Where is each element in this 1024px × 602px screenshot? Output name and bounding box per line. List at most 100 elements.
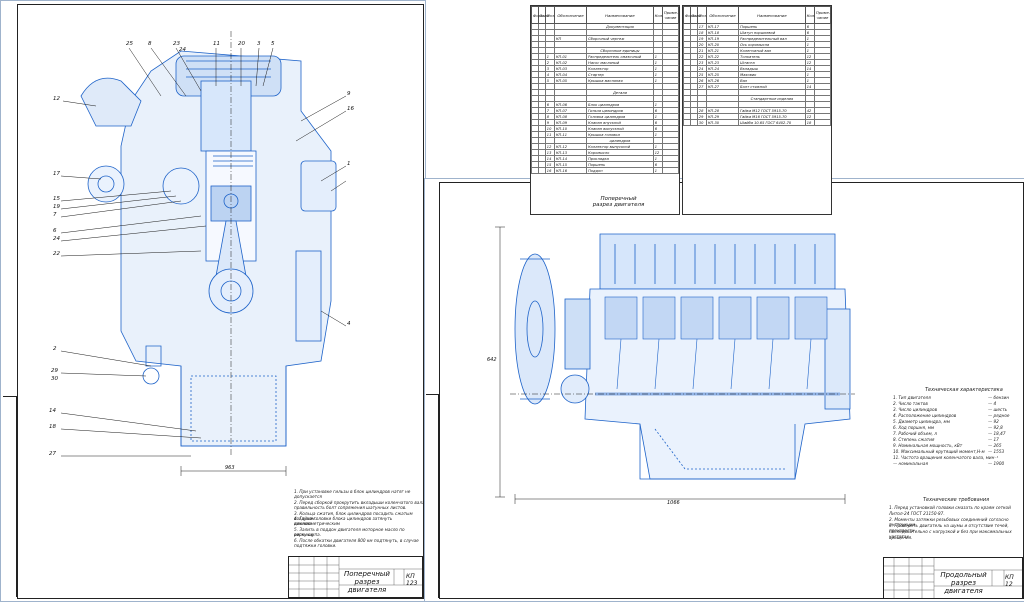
spec-cell: 30 (696, 119, 707, 126)
left-width-dimension: 963 (225, 465, 235, 471)
left-note-line: 4. Гайки головки блока цилиндров затянут… (294, 516, 393, 527)
left-drawing-sheet: 12 25 8 23 24 11 20 3 5 9 16 1 17 15 19 … (0, 0, 426, 602)
tech-spec-value: — 4 (988, 401, 997, 406)
callout-2: 2 (53, 346, 57, 352)
left-note-line: допускается (294, 494, 322, 499)
col-header: Форм. (531, 6, 545, 24)
spec-sheet-1: Форм. Зона Поз. Обозначение Наименование… (530, 5, 680, 215)
col-header: Поз. (696, 6, 707, 24)
callout-29: 29 (51, 368, 58, 374)
spec-sheet-1-title: Поперечный разрез двигателя (592, 196, 645, 208)
left-note-line: подтяжки головки. (294, 543, 337, 548)
right-sheet-code: КП 12 (1005, 574, 1014, 588)
tech-spec-row: 7. Рабочий объем, л — 18,47 (893, 431, 1024, 436)
spec-cell: 1 (652, 167, 663, 174)
callout-1a: 1 (347, 161, 351, 167)
callout-15: 15 (53, 196, 60, 202)
col-header: Форм. (683, 6, 697, 24)
spec-cell (531, 167, 539, 174)
tech-spec-param: 6. Ход поршня, мм (893, 425, 935, 430)
callout-9: 9 (347, 91, 351, 97)
col-header: Зона (537, 6, 549, 24)
callout-18: 18 (49, 424, 56, 430)
left-sheet-title: Поперечный разрез двигателя (344, 570, 390, 594)
callout-24: 24 (53, 236, 60, 242)
callout-7: 7 (53, 212, 57, 218)
tech-spec-row: — номинальная — 1900 (893, 461, 1024, 466)
tech-spec-title: Техническая характеристика (925, 387, 1003, 393)
callout-30: 30 (51, 376, 58, 382)
right-drawing-sheet: 642 1066 Техническая характеристика 1. Т… (424, 178, 1024, 602)
spec-cell: 18 (804, 119, 815, 126)
callout-19: 19 (53, 204, 60, 210)
left-note-line: правильность болт сопряжения шатунных ли… (294, 505, 407, 510)
callout-11: 11 (213, 41, 220, 47)
tech-spec-value: — шесть (988, 407, 1008, 412)
callout-12: 12 (53, 96, 60, 102)
col-header: Обозначение (705, 6, 740, 24)
right-title-block: Продольный разрез двигателя КП 12 (883, 557, 1023, 599)
callout-5: 5 (271, 41, 275, 47)
tech-spec-row: 4. Расположение цилиндров — рядное (893, 413, 1024, 418)
left-note-line: риску щупа. (294, 532, 322, 537)
spec-cell: 16 (544, 167, 555, 174)
tech-spec-param: 9. Номинальная мощность, кВт (893, 443, 963, 448)
requirement-line: вращения. (889, 535, 913, 540)
spec-cell: КП-16 (553, 167, 588, 174)
spec-cell: КП-30 (705, 119, 740, 126)
tech-spec-value: — 92 (988, 419, 999, 424)
tech-spec-param: 5. Диаметр цилиндра, мм (893, 419, 950, 424)
spec-table-1: Форм. Зона Поз. Обозначение Наименование… (531, 6, 680, 174)
col-header: Поз. (544, 6, 555, 24)
tech-spec-row: 1. Тип двигателя — бензин (893, 395, 1024, 400)
spec-row: 16 КП-16 Поддон 1 (531, 167, 680, 174)
callout-14: 14 (49, 408, 56, 414)
col-header: Обозначение (553, 6, 588, 24)
tech-spec-param: — номинальная (893, 461, 928, 466)
col-header: Наименование (738, 6, 806, 24)
tech-spec-param: 10. Максимальный крутящий момент,Н·м (893, 449, 985, 454)
callout-4: 4 (347, 321, 351, 327)
col-header: Приме-чание (661, 6, 680, 24)
col-header: Приме-чание (813, 6, 832, 24)
tech-spec-row: 6. Ход поршня, мм — 92,8 (893, 425, 1024, 430)
callout-6: 6 (53, 228, 57, 234)
tech-spec-row: 10. Максимальный крутящий момент,Н·м — 15… (893, 449, 1024, 454)
tech-spec-value: — 1553 (988, 449, 1005, 454)
callout-24-top: 24 (179, 47, 186, 53)
spec-sheet-2: Форм. Зона Поз. Обозначение Наименование… (682, 5, 832, 215)
tech-spec-param: 8. Степень сжатия (893, 437, 935, 442)
callout-3: 3 (257, 41, 261, 47)
tech-spec-row: 3. Число цилиндров — шесть (893, 407, 1024, 412)
spec-cell (537, 167, 546, 174)
col-header: Зона (689, 6, 701, 24)
tech-spec-row: 11. Частота вращения коленчатого вала, м… (893, 455, 1024, 460)
callout-27: 27 (49, 451, 56, 457)
spec-cell: Поддон (586, 167, 654, 174)
tech-spec-value: — рядное (988, 413, 1010, 418)
spec-table-2-header: Форм. Зона Поз. Обозначение Наименование… (683, 6, 832, 24)
right-width-dimension: 1066 (667, 500, 680, 506)
left-title-block: Поперечный разрез двигателя КП 123 (288, 556, 423, 598)
col-header: Кол. (804, 6, 815, 24)
spec-cell (689, 119, 698, 126)
spec-cell (813, 119, 832, 126)
callout-16: 16 (347, 106, 354, 112)
tech-spec-param: 2. Число тактов (893, 401, 928, 406)
tech-spec-row: 9. Номинальная мощность, кВт — 265 (893, 443, 1024, 448)
tech-spec-value: — 92,8 (988, 425, 1003, 430)
spec-cell: Шайба 10.65 ГОСТ 6402-70 (738, 119, 806, 126)
tech-spec-value: — 17 (988, 437, 999, 442)
left-note-line: ключом. (294, 521, 313, 526)
col-header: Наименование (586, 6, 654, 24)
tech-spec-param: 1. Тип двигателя (893, 395, 931, 400)
callout-20: 20 (238, 41, 245, 47)
spec-table-1-header: Форм. Зона Поз. Обозначение Наименование… (531, 6, 680, 24)
tech-spec-value: — 265 (988, 443, 1002, 448)
requirement-line: 1. Перед установкой головки смазать по к… (889, 505, 1011, 510)
right-height-dimension: 642 (487, 357, 497, 363)
tech-spec-row: 8. Степень сжатия — 17 (893, 437, 1024, 442)
tech-spec-row: 5. Диаметр цилиндра, мм — 92 (893, 419, 1024, 424)
spec-row: 30 КП-30 Шайба 10.65 ГОСТ 6402-70 18 (683, 119, 832, 126)
tech-spec-param: 4. Расположение цилиндров (893, 413, 957, 418)
